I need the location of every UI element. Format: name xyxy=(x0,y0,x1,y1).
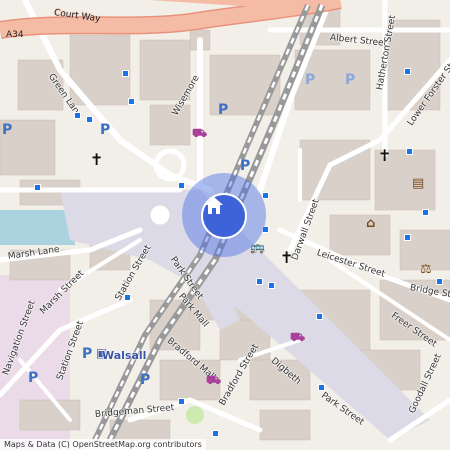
bus-stop-icon[interactable] xyxy=(212,430,219,437)
bus-stop-icon[interactable] xyxy=(404,234,411,241)
shopping-cart-icon[interactable]: ⛟ xyxy=(290,330,305,346)
shopping-cart-icon[interactable]: ⛟ xyxy=(206,373,221,389)
justice-scales-icon[interactable]: ⚖ xyxy=(420,262,432,277)
bus-stop-icon[interactable] xyxy=(316,313,323,320)
parking-icon[interactable]: P xyxy=(218,102,228,118)
bus-stop-icon[interactable] xyxy=(262,192,269,199)
bus-stop-icon[interactable] xyxy=(268,282,275,289)
bus-stop-icon[interactable] xyxy=(404,68,411,75)
bus-stop-icon[interactable] xyxy=(178,398,185,405)
church-icon[interactable]: ✝ xyxy=(280,248,293,267)
parking-icon[interactable]: P xyxy=(140,372,150,388)
bus-stop-icon[interactable] xyxy=(122,70,129,77)
parking-icon[interactable]: P xyxy=(345,72,355,88)
church-icon[interactable]: ✝ xyxy=(90,150,103,169)
street-label-a34: A34 xyxy=(6,30,24,40)
bus-stop-icon[interactable] xyxy=(178,182,185,189)
bus-stop-icon[interactable] xyxy=(406,148,413,155)
bus-stop-icon[interactable] xyxy=(256,278,263,285)
shopping-cart-icon[interactable]: ⛟ xyxy=(192,126,207,142)
station-label: Walsall xyxy=(102,349,147,362)
church-icon[interactable]: ✝ xyxy=(378,146,391,165)
bus-stop-icon[interactable] xyxy=(34,184,41,191)
bus-stop-icon[interactable] xyxy=(436,278,443,285)
bus-stop-icon[interactable] xyxy=(74,112,81,119)
parking-icon[interactable]: P xyxy=(100,122,110,138)
museum-icon[interactable]: ⌂ xyxy=(366,216,375,231)
parking-icon[interactable]: P xyxy=(28,370,38,386)
bus-stop-icon[interactable] xyxy=(318,384,325,391)
parking-icon[interactable]: P xyxy=(82,346,92,362)
map-attribution[interactable]: Maps & Data (C) OpenStreetMap.org contri… xyxy=(0,439,206,450)
bus-stop-icon[interactable] xyxy=(422,209,429,216)
map-view[interactable]: Court Way A34 Albert Street Hatherton St… xyxy=(0,0,450,450)
home-icon xyxy=(205,197,223,214)
bus-stop-icon[interactable] xyxy=(128,98,135,105)
library-icon[interactable]: ▤ xyxy=(412,176,424,191)
bus-stop-icon[interactable] xyxy=(124,294,131,301)
parking-icon[interactable]: P xyxy=(2,122,12,138)
location-marker[interactable] xyxy=(201,193,247,239)
parking-icon[interactable]: P xyxy=(305,72,315,88)
parking-icon[interactable]: P xyxy=(240,158,250,174)
bus-stop-icon[interactable] xyxy=(86,116,93,123)
